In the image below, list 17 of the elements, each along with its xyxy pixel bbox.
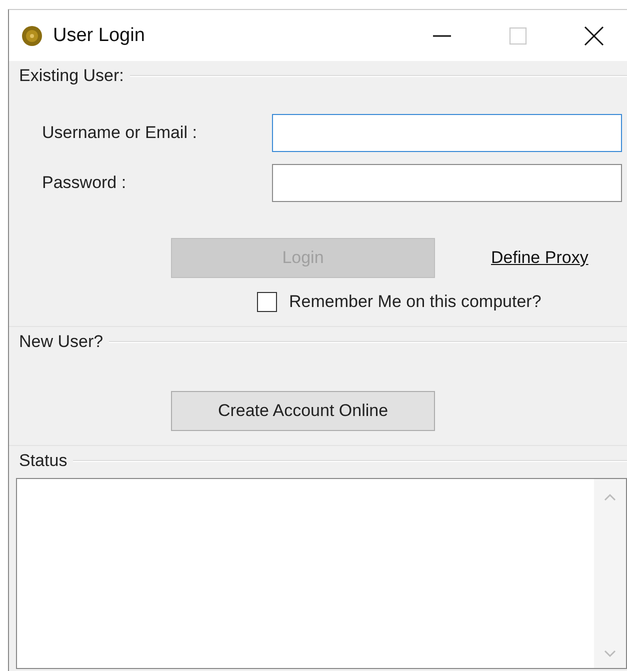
window-title: User Login (53, 24, 145, 46)
username-field[interactable] (272, 114, 622, 152)
app-icon (21, 24, 43, 46)
scroll-down-icon[interactable] (604, 650, 616, 658)
field-label: Username or Email : (41, 123, 198, 143)
close-icon[interactable] (583, 24, 605, 46)
remember-label[interactable]: Remember Me on this computer? (289, 292, 542, 312)
remember-checkbox[interactable] (257, 292, 277, 312)
field-label: Password : (41, 173, 128, 193)
scroll-up-icon[interactable] (604, 493, 616, 501)
section-title: Status (19, 451, 68, 471)
scrollbar[interactable] (594, 479, 626, 668)
password-field[interactable] (272, 164, 622, 202)
define-proxy-link[interactable]: Define Proxy (491, 248, 588, 268)
section-title: New User? (19, 332, 104, 352)
create-account-button[interactable]: Create Account Online (171, 391, 435, 431)
section-title: Existing User: (19, 66, 124, 86)
